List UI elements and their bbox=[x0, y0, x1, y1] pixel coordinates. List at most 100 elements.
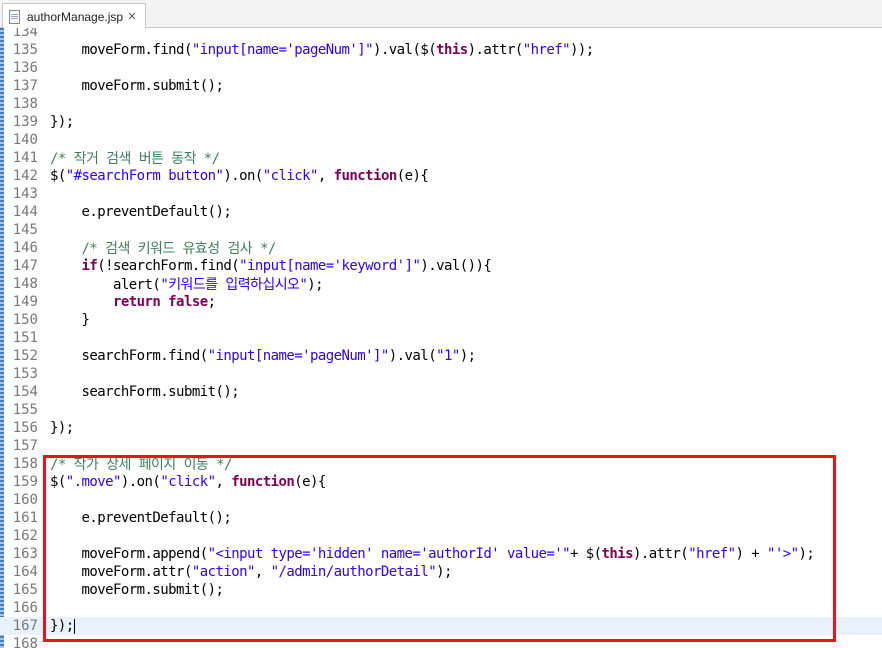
code-line[interactable]: 164 moveForm.attr("action", "/admin/auth… bbox=[0, 563, 882, 581]
code-token: "/admin/authorDetail" bbox=[270, 564, 437, 580]
code-token: (!searchForm.find( bbox=[97, 258, 240, 274]
code-line[interactable]: 140 bbox=[0, 131, 882, 149]
code-line[interactable]: 144 e.preventDefault(); bbox=[0, 203, 882, 221]
code-line[interactable]: 167}); bbox=[0, 617, 882, 635]
code-token: ) + bbox=[735, 546, 767, 562]
code-line[interactable]: 168 bbox=[0, 635, 882, 648]
code-token: moveForm.append( bbox=[50, 546, 209, 562]
code-text: } bbox=[50, 312, 90, 328]
code-token: }); bbox=[50, 114, 74, 130]
line-number: 146 bbox=[12, 240, 38, 256]
code-token: moveForm.submit(); bbox=[50, 78, 224, 94]
code-token: "'>" bbox=[766, 546, 799, 562]
code-token: "input[name='pageNum']" bbox=[207, 348, 390, 364]
code-line[interactable]: 149 return false; bbox=[0, 293, 882, 311]
code-token: e.preventDefault(); bbox=[50, 510, 232, 526]
line-number: 150 bbox=[12, 312, 38, 328]
code-token: "href" bbox=[522, 42, 571, 58]
code-token: if bbox=[81, 258, 98, 274]
code-line[interactable]: 159 $(".move").on("click", function(e){ bbox=[0, 473, 882, 491]
code-line[interactable]: 152 searchForm.find("input[name='pageNum… bbox=[0, 347, 882, 365]
line-number: 152 bbox=[12, 348, 38, 364]
code-line[interactable]: 148 alert("키워드를 입력하십시오"); bbox=[0, 275, 882, 293]
code-token: ).val()){ bbox=[420, 258, 492, 274]
code-token: "<input type='hidden' name='authorId' va… bbox=[207, 546, 571, 562]
tab-title: authorManage.jsp bbox=[27, 9, 124, 24]
code-text: searchForm.submit(); bbox=[50, 384, 240, 400]
code-line[interactable]: 151 bbox=[0, 329, 882, 347]
code-line[interactable]: 154 searchForm.submit(); bbox=[0, 383, 882, 401]
code-token: return false bbox=[113, 294, 208, 310]
line-number: 151 bbox=[12, 330, 38, 346]
code-token: moveForm.find( bbox=[50, 42, 193, 58]
line-number: 134 bbox=[12, 28, 38, 40]
code-line[interactable]: 143 bbox=[0, 185, 882, 203]
line-number: 142 bbox=[12, 168, 38, 184]
code-token: "input[name='pageNum']" bbox=[191, 42, 374, 58]
line-number: 137 bbox=[12, 78, 38, 94]
code-text: $(".move").on("click", function(e){ bbox=[50, 474, 326, 490]
line-number: 138 bbox=[12, 96, 38, 112]
code-line[interactable]: 145 bbox=[0, 221, 882, 239]
code-text: moveForm.find("input[name='pageNum']").v… bbox=[50, 42, 595, 58]
code-token: $( bbox=[50, 168, 66, 184]
editor-tab-bar: authorManage.jsp ✕ bbox=[0, 0, 882, 29]
line-number: 144 bbox=[12, 204, 38, 220]
code-line[interactable]: 142 $("#searchForm button").on("click", f… bbox=[0, 167, 882, 185]
code-line[interactable]: 137 moveForm.submit(); bbox=[0, 77, 882, 95]
code-line[interactable]: 141 /* 작거 검색 버튼 동작 */ bbox=[0, 149, 882, 167]
code-token: searchForm.find( bbox=[50, 348, 209, 364]
code-token: , bbox=[215, 474, 232, 490]
code-line[interactable]: 134 bbox=[0, 28, 882, 41]
code-token: ).attr( bbox=[633, 546, 689, 562]
code-text: $("#searchForm button").on("click", func… bbox=[50, 168, 429, 184]
code-token: ); bbox=[459, 348, 476, 364]
code-line[interactable]: 156}); bbox=[0, 419, 882, 437]
code-text: }); bbox=[50, 114, 74, 130]
line-number: 141 bbox=[12, 150, 38, 166]
code-token: /* 검색 키워드 유효성 검사 */ bbox=[50, 241, 277, 257]
code-line[interactable]: 158 /* 작가 상세 페이지 이동 */ bbox=[0, 455, 882, 473]
code-line[interactable]: 138 bbox=[0, 95, 882, 113]
code-line[interactable]: 146 /* 검색 키워드 유효성 검사 */ bbox=[0, 239, 882, 257]
code-line[interactable]: 153 bbox=[0, 365, 882, 383]
line-number: 167 bbox=[12, 618, 38, 634]
code-text: /* 작거 검색 버튼 동작 */ bbox=[50, 148, 220, 168]
code-line[interactable]: 139}); bbox=[0, 113, 882, 131]
code-token: /* 작가 상세 페이지 이동 */ bbox=[50, 457, 232, 473]
code-line[interactable]: 150 } bbox=[0, 311, 882, 329]
code-line[interactable]: 157 bbox=[0, 437, 882, 455]
code-line[interactable]: 161 e.preventDefault(); bbox=[0, 509, 882, 527]
code-token: ); bbox=[798, 546, 815, 562]
line-number: 139 bbox=[12, 114, 38, 130]
code-line[interactable]: 147 if(!searchForm.find("input[name='key… bbox=[0, 257, 882, 275]
line-number: 145 bbox=[12, 222, 38, 238]
code-line[interactable]: 165 moveForm.submit(); bbox=[0, 581, 882, 599]
line-number: 140 bbox=[12, 132, 38, 148]
code-token: ); bbox=[307, 277, 324, 293]
line-number: 163 bbox=[12, 546, 38, 562]
line-number: 143 bbox=[12, 186, 38, 202]
code-editor[interactable]: 134 135 moveForm.find("input[name='pageNu… bbox=[0, 28, 882, 648]
code-text: if(!searchForm.find("input[name='keyword… bbox=[50, 258, 492, 274]
code-token: "action" bbox=[191, 564, 256, 580]
code-token: "1" bbox=[436, 348, 460, 364]
code-token: }); bbox=[50, 618, 74, 634]
code-line[interactable]: 162 bbox=[0, 527, 882, 545]
code-line[interactable]: 160 bbox=[0, 491, 882, 509]
code-line[interactable]: 135 moveForm.find("input[name='pageNum']… bbox=[0, 41, 882, 59]
code-line[interactable]: 166 bbox=[0, 599, 882, 617]
tab-author-manage-jsp[interactable]: authorManage.jsp ✕ bbox=[2, 3, 146, 29]
code-token: "#searchForm button" bbox=[65, 168, 224, 184]
code-line[interactable]: 136 bbox=[0, 59, 882, 77]
close-icon[interactable]: ✕ bbox=[125, 10, 139, 24]
line-number: 136 bbox=[12, 60, 38, 76]
code-line[interactable]: 163 moveForm.append("<input type='hidden… bbox=[0, 545, 882, 563]
code-text: searchForm.find("input[name='pageNum']")… bbox=[50, 348, 477, 364]
code-token: "키워드를 입력하십시오" bbox=[160, 277, 308, 293]
code-token: ).attr( bbox=[467, 42, 524, 58]
line-number: 135 bbox=[12, 42, 38, 58]
line-number: 164 bbox=[12, 564, 38, 580]
code-token: ); bbox=[436, 564, 452, 580]
code-line[interactable]: 155 bbox=[0, 401, 882, 419]
